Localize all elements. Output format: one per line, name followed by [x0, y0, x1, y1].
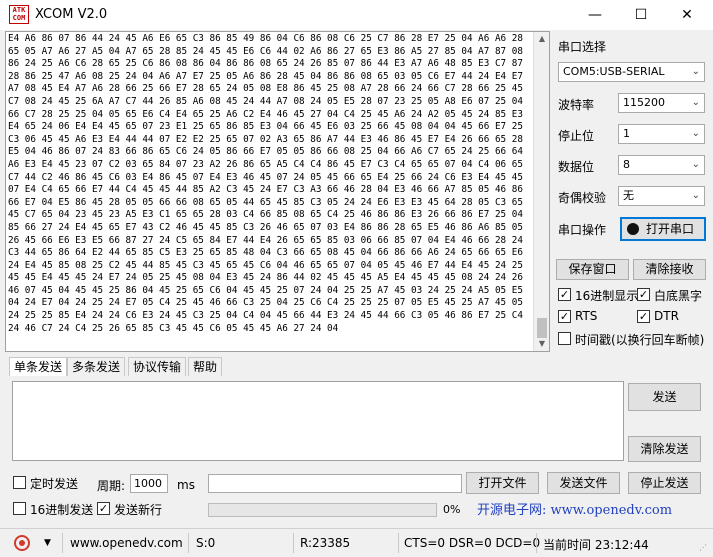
period-input[interactable]: 1000: [130, 474, 168, 493]
period-unit: ms: [177, 478, 195, 492]
send-input[interactable]: [12, 381, 624, 461]
hex-send-checkbox[interactable]: [13, 502, 26, 515]
send-newline-checkbox[interactable]: ✓: [97, 502, 110, 515]
hex-send-label: 16进制发送: [30, 503, 94, 517]
white-black-checkbox[interactable]: ✓: [637, 288, 650, 301]
status-bar: ▼ www.openedv.com S:0 R:23385 CTS=0 DSR=…: [0, 528, 713, 557]
white-black-label: 白底黑字: [654, 289, 703, 303]
tab-single-send[interactable]: 单条发送: [9, 357, 68, 376]
timed-send-label: 定时发送: [30, 477, 79, 491]
rts-label: RTS: [575, 309, 598, 323]
period-label: 周期:: [97, 479, 126, 493]
port-select-label: 串口选择: [558, 40, 607, 54]
port-operation-label: 串口操作: [558, 223, 607, 237]
hex-display-checkbox[interactable]: ✓: [558, 288, 571, 301]
window-title: XCOM V2.0: [35, 7, 108, 22]
scroll-down-icon[interactable]: ▼: [534, 337, 550, 351]
timestamp-checkbox[interactable]: [558, 332, 571, 345]
open-port-label: 打开串口: [645, 222, 694, 236]
open-file-button[interactable]: 打开文件: [466, 472, 539, 494]
send-progress-bar: [208, 503, 437, 517]
settings-icon[interactable]: [14, 535, 30, 551]
line-status: CTS=0 DSR=0 DCD=0: [404, 536, 541, 550]
tab-protocol[interactable]: 协议传输: [128, 357, 187, 376]
hex-display-label: 16进制显示: [575, 289, 639, 303]
current-time: 当前时间 23:12:44: [543, 538, 649, 552]
chevron-down-icon: ⌄: [691, 190, 700, 201]
port-status-icon: [627, 223, 639, 235]
receive-text[interactable]: E4 A6 86 07 86 44 24 45 A6 E6 65 C3 86 8…: [8, 33, 532, 351]
data-bits-select[interactable]: 8 ⌄: [618, 155, 705, 175]
chevron-down-icon: ⌄: [691, 159, 700, 170]
data-bits-value: 8: [623, 158, 630, 171]
stop-bits-select[interactable]: 1 ⌄: [618, 124, 705, 144]
timestamp-label: 时间戳(以换行回车断帧): [575, 333, 705, 347]
parity-label: 奇偶校验: [558, 191, 607, 205]
sent-count: S:0: [196, 536, 216, 550]
stop-bits-value: 1: [623, 127, 630, 140]
minimize-button[interactable]: —: [572, 0, 618, 30]
open-port-button[interactable]: 打开串口: [620, 217, 706, 241]
send-button[interactable]: 发送: [628, 383, 701, 411]
chevron-down-icon: ⌄: [691, 97, 700, 108]
received-count: R:23385: [300, 536, 351, 550]
close-button[interactable]: ✕: [664, 0, 710, 30]
clear-send-button[interactable]: 清除发送: [628, 436, 701, 462]
resize-grip-icon[interactable]: ⋰: [699, 543, 707, 552]
title-bar: ATK COM XCOM V2.0 — ☐ ✕: [0, 0, 713, 30]
receive-area[interactable]: E4 A6 86 07 86 44 24 45 A6 E6 65 C3 86 8…: [5, 31, 550, 352]
scroll-up-icon[interactable]: ▲: [534, 32, 550, 46]
send-file-button[interactable]: 发送文件: [547, 472, 620, 494]
clear-receive-button[interactable]: 清除接收: [633, 259, 706, 280]
status-url[interactable]: www.openedv.com: [70, 536, 183, 550]
baud-value: 115200: [623, 96, 665, 109]
file-path-input[interactable]: [208, 474, 462, 493]
scroll-thumb[interactable]: [537, 318, 547, 338]
tab-help[interactable]: 帮助: [188, 357, 223, 376]
chevron-down-icon: ⌄: [691, 66, 700, 77]
data-bits-label: 数据位: [558, 160, 595, 174]
receive-scrollbar[interactable]: ▲ ▼: [533, 32, 549, 351]
parity-select[interactable]: 无 ⌄: [618, 186, 705, 206]
baud-select[interactable]: 115200 ⌄: [618, 93, 705, 113]
app-logo-icon: ATK COM: [9, 5, 29, 24]
maximize-button[interactable]: ☐: [618, 0, 664, 30]
tab-multi-send[interactable]: 多条发送: [67, 357, 126, 376]
baud-label: 波特率: [558, 98, 595, 112]
website-banner[interactable]: 开源电子网: www.openedv.com: [477, 499, 672, 518]
rts-checkbox[interactable]: ✓: [558, 310, 571, 323]
port-value: COM5:USB-SERIAL: [563, 65, 665, 78]
dtr-checkbox[interactable]: ✓: [637, 310, 650, 323]
parity-value: 无: [623, 189, 634, 202]
save-window-button[interactable]: 保存窗口: [556, 259, 629, 280]
timed-send-checkbox[interactable]: [13, 476, 26, 489]
port-select[interactable]: COM5:USB-SERIAL ⌄: [558, 62, 705, 82]
stop-bits-label: 停止位: [558, 129, 595, 143]
stop-send-button[interactable]: 停止发送: [628, 472, 701, 494]
dtr-label: DTR: [654, 309, 679, 323]
send-newline-label: 发送新行: [114, 503, 163, 517]
chevron-down-icon: ⌄: [691, 128, 700, 139]
send-progress-text: 0%: [443, 503, 461, 516]
settings-dropdown-icon[interactable]: ▼: [44, 538, 51, 548]
